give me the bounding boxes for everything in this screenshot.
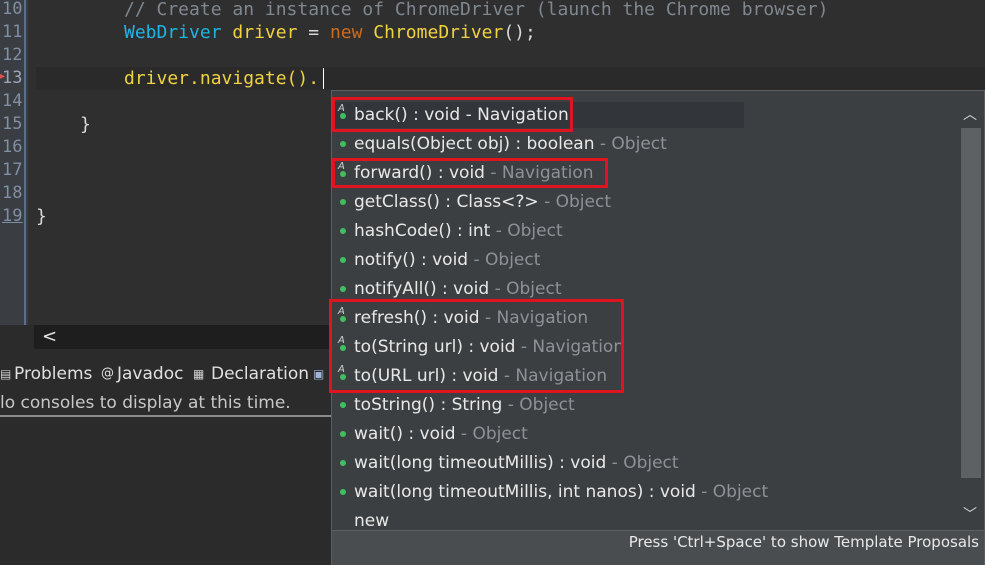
proposal-signature: hashCode() : int [354, 221, 491, 241]
annotation-box [332, 158, 608, 188]
proposal-signature: notifyAll() : void [354, 279, 490, 299]
console-message: lo consoles to display at this time. [0, 393, 291, 413]
line-number: 12 [2, 45, 23, 65]
constructor-name: ChromeDriver [373, 22, 504, 43]
public-method-icon [340, 489, 346, 495]
proposal-signature: wait() : void [354, 424, 456, 444]
public-method-icon [340, 257, 346, 263]
proposal-declaring-type: - Object [468, 250, 541, 270]
proposal-declaring-type: - Object [538, 192, 611, 212]
operator: = [297, 22, 330, 43]
proposal-signature: wait(long timeoutMillis) : void [354, 453, 607, 473]
scroll-down-icon[interactable]: ﹀ [963, 507, 977, 523]
scroll-up-icon[interactable]: ︿ [963, 107, 977, 123]
line-number: 19 [2, 206, 23, 226]
proposal-item[interactable]: getClass() : Class<?> - Object [354, 192, 611, 212]
console-icon[interactable]: ▣ [313, 366, 324, 382]
proposal-declaring-type: - Object [606, 453, 679, 473]
line-number: 17 [2, 160, 23, 180]
declaration-icon: ▦ [193, 367, 205, 381]
proposal-declaring-type: - Object [594, 134, 667, 154]
line-number: 18 [2, 183, 23, 203]
text-cursor [323, 68, 324, 89]
error-marker-icon[interactable]: ▸ [0, 69, 6, 85]
public-method-icon [340, 141, 346, 147]
scroll-left-icon[interactable]: < [42, 327, 57, 347]
proposal-signature: getClass() : Class<?> [354, 192, 539, 212]
proposal-signature: new [354, 511, 390, 531]
console-body [0, 417, 332, 565]
proposal-declaring-type: - Object [455, 424, 528, 444]
proposal-item[interactable]: equals(Object obj) : boolean - Object [354, 134, 667, 154]
problems-icon: ▤ [0, 367, 12, 381]
tab-javadoc[interactable]: Javadoc [117, 364, 183, 384]
scrollbar-thumb[interactable] [961, 128, 981, 478]
code-line-13[interactable]: driver.navigate(). [124, 67, 319, 90]
line-number: 15 [2, 114, 23, 134]
javadoc-icon: @ [101, 366, 114, 381]
public-method-icon [340, 228, 346, 234]
proposal-item[interactable]: hashCode() : int - Object [354, 221, 563, 241]
public-method-icon [340, 402, 346, 408]
proposal-signature: notify() : void [354, 250, 469, 270]
annotation-box [329, 299, 624, 393]
code-punctuation: (); [503, 22, 536, 43]
code-comment: // Create an instance of ChromeDriver (l… [124, 0, 829, 20]
public-method-icon [340, 199, 346, 205]
tab-problems[interactable]: Problems [14, 364, 92, 384]
tab-declaration[interactable]: Declaration [211, 364, 309, 384]
public-method-icon [340, 460, 346, 466]
line-number: 14 [2, 91, 23, 111]
line-number: 10 [2, 0, 23, 19]
line-number: 11 [2, 22, 23, 42]
keyword: new [329, 22, 363, 43]
proposal-declaring-type: - Object [489, 279, 562, 299]
horizontal-scrollbar[interactable] [34, 325, 334, 349]
proposal-signature: wait(long timeoutMillis, int nanos) : vo… [354, 482, 696, 502]
proposal-item[interactable]: wait(long timeoutMillis, int nanos) : vo… [354, 482, 768, 502]
closing-brace: } [80, 114, 91, 135]
proposal-item[interactable]: notifyAll() : void - Object [354, 279, 561, 299]
proposal-item[interactable]: wait() : void - Object [354, 424, 528, 444]
proposal-item[interactable]: toString() : String - Object [354, 395, 575, 415]
proposal-item[interactable]: notify() : void - Object [354, 250, 540, 270]
proposal-signature: equals(Object obj) : boolean [354, 134, 595, 154]
proposal-declaring-type: - Object [502, 395, 575, 415]
proposal-signature: toString() : String [354, 395, 503, 415]
type-name: WebDriver [124, 22, 222, 43]
variable-name: driver [232, 22, 298, 43]
line-number: 16 [2, 137, 23, 157]
public-method-icon [340, 286, 346, 292]
code-line-11: WebDriver driver = new ChromeDriver(); [124, 21, 536, 44]
closing-brace: } [36, 206, 47, 227]
annotation-box [332, 97, 573, 132]
public-method-icon [340, 431, 346, 437]
proposal-item[interactable]: wait(long timeoutMillis) : void - Object [354, 453, 679, 473]
proposal-declaring-type: - Object [695, 482, 769, 502]
proposal-item[interactable]: new [354, 511, 389, 531]
template-proposals-hint: Press 'Ctrl+Space' to show Template Prop… [628, 533, 979, 551]
scrollbar-gutter [0, 325, 34, 349]
proposal-declaring-type: - Object [490, 221, 563, 241]
